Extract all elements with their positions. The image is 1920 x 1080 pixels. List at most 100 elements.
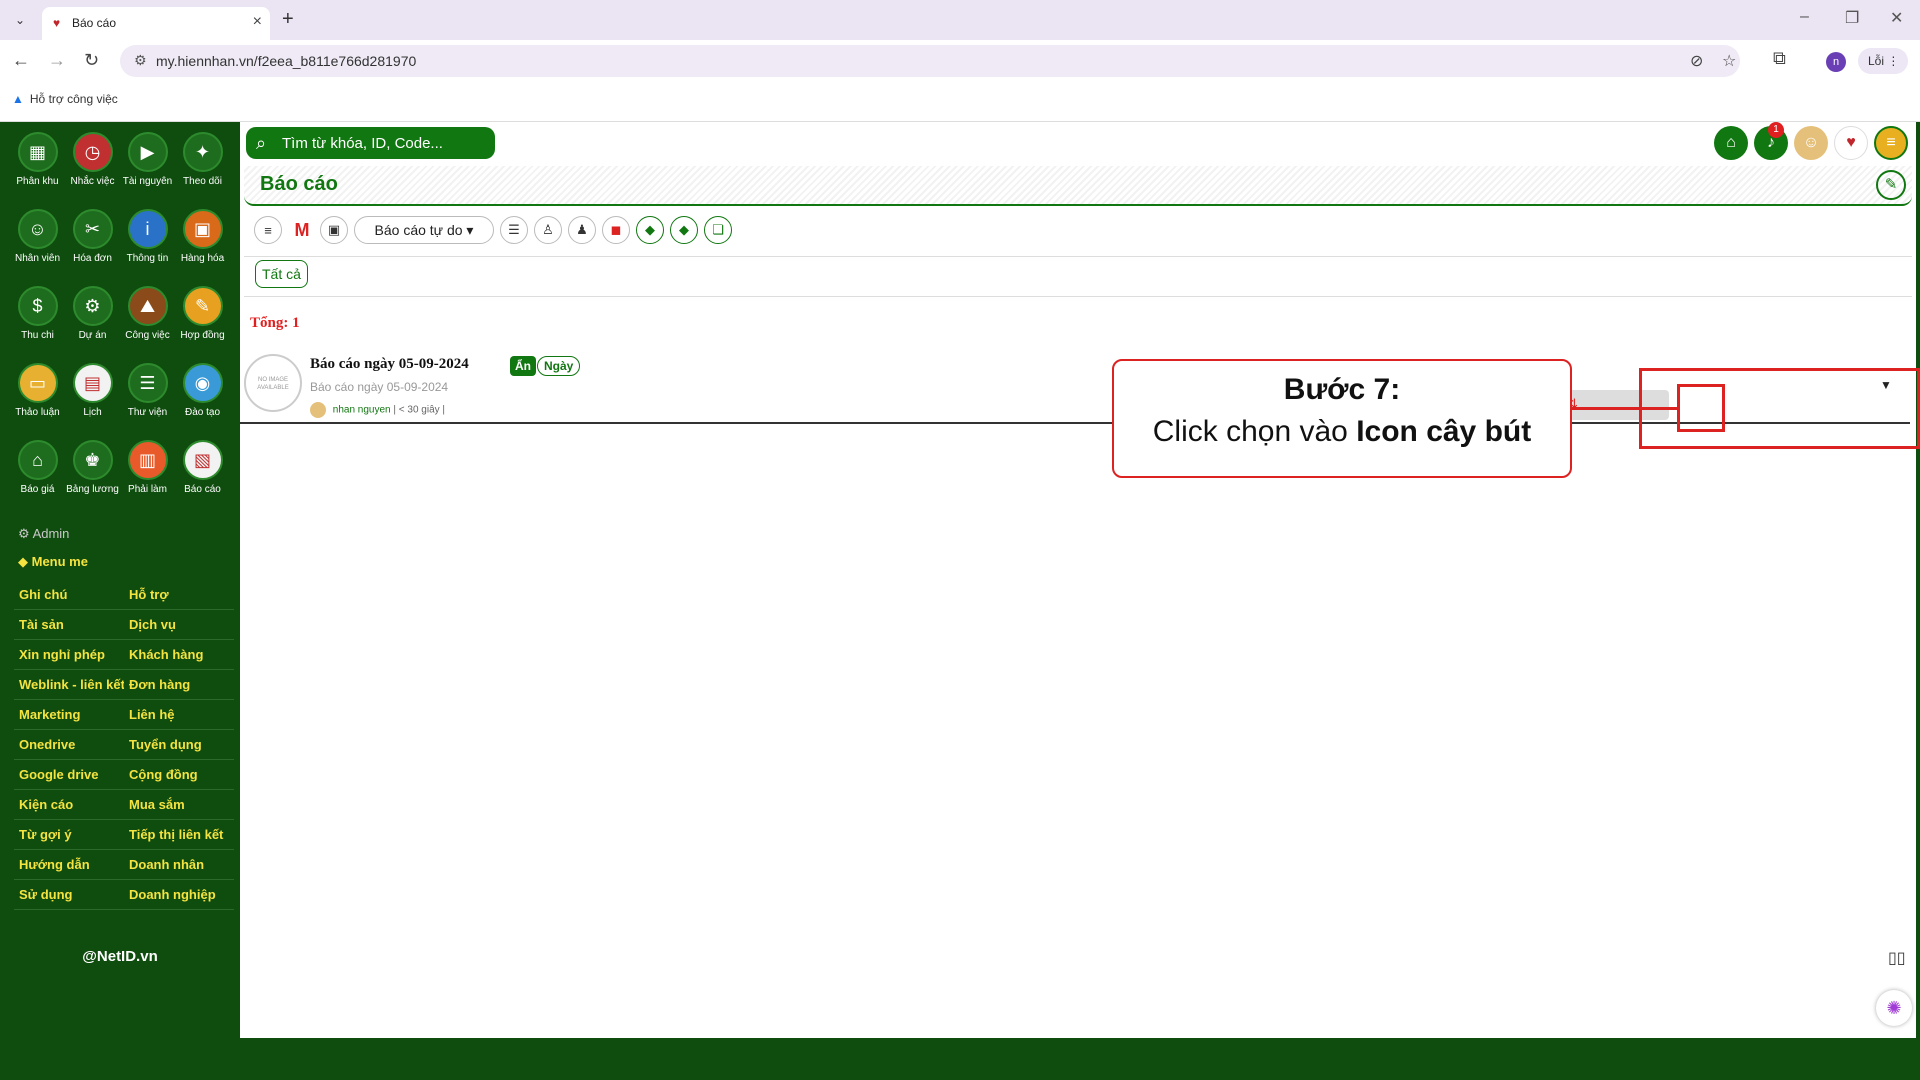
tag-alt-icon[interactable]: ◆ xyxy=(670,216,698,244)
author-name[interactable]: nhan nguyen xyxy=(333,405,391,416)
forward-icon[interactable]: → xyxy=(48,50,66,71)
add-folder-icon[interactable]: ▣ xyxy=(320,216,348,244)
app-theo-doi[interactable]: ✦ Theo dõi xyxy=(175,132,230,190)
building-icon: ▦ xyxy=(17,132,58,172)
ai-assistant-icon[interactable]: ✺ xyxy=(1876,990,1912,1026)
app-du-an[interactable]: ⚙ Dự án xyxy=(65,286,120,344)
menu-item-huong-dan[interactable]: Hướng dẫn xyxy=(14,857,124,872)
menu-item-tiep-thi[interactable]: Tiếp thị liên kết xyxy=(124,827,234,842)
tab-list-button[interactable]: ⌄ xyxy=(8,10,32,30)
copy-icon[interactable]: ❏ xyxy=(704,216,732,244)
site-info-icon[interactable]: ⚙ xyxy=(134,52,147,69)
extensions-icon[interactable]: ⧉ xyxy=(1773,48,1786,69)
app-nhac-viec[interactable]: ◷ Nhắc việc xyxy=(65,132,120,190)
app-tai-nguyen[interactable]: ▶ Tài nguyên xyxy=(120,132,175,190)
divider xyxy=(244,256,1912,257)
user-settings-icon[interactable]: ♙ xyxy=(534,216,562,244)
close-tab-icon[interactable]: × xyxy=(253,13,262,31)
app-hop-dong[interactable]: ✎ Hợp đồng xyxy=(175,286,230,344)
app-label: Báo cáo xyxy=(184,484,221,495)
tag-icon[interactable]: ◆ xyxy=(636,216,664,244)
app-thu-chi[interactable]: $ Thu chi xyxy=(10,286,65,344)
report-icon: ▧ xyxy=(182,440,223,480)
menu-item-dich-vu[interactable]: Dịch vụ xyxy=(124,617,234,632)
new-tab-icon[interactable]: + xyxy=(282,8,294,31)
browser-tab[interactable]: ♥ Báo cáo × xyxy=(42,7,270,40)
admin-label: Admin xyxy=(32,526,70,541)
lock-icon[interactable]: ◼ xyxy=(602,216,630,244)
footer-brand[interactable]: @NetID.vn xyxy=(0,948,240,965)
app-bao-gia[interactable]: ⌂ Báo giá xyxy=(10,440,65,498)
close-window-icon[interactable]: ✕ xyxy=(1890,8,1903,28)
menu-item-kien-cao[interactable]: Kiện cáo xyxy=(14,797,124,812)
menu-item-lien-he[interactable]: Liên hệ xyxy=(124,707,234,722)
app-hang-hoa[interactable]: ▣ Hàng hóa xyxy=(175,209,230,267)
app-bang-luong[interactable]: ♚ Bảng lương xyxy=(65,440,120,498)
menu-me-heading[interactable]: ◆ Menu me xyxy=(18,554,88,570)
menu-item-tai-san[interactable]: Tài sản xyxy=(14,617,124,632)
money-icon: $ xyxy=(17,286,58,326)
main-panel: ⌕ Tìm từ khóa, ID, Code... ⌂ ♪ 1 ☺ ♥ ≡ B… xyxy=(240,122,1916,1038)
user-avatar[interactable]: ☺ xyxy=(1794,126,1828,160)
app-dao-tao[interactable]: ◉ Đào tạo xyxy=(175,363,230,421)
menu-item-onedrive[interactable]: Onedrive xyxy=(14,737,124,752)
minimize-icon[interactable]: – xyxy=(1800,8,1809,26)
admin-link[interactable]: ⚙ Admin xyxy=(18,526,69,542)
profile-error-button[interactable]: Lỗi ⋮ xyxy=(1858,48,1908,74)
list-toggle-icon[interactable]: ☰ xyxy=(500,216,528,244)
report-type-dropdown[interactable]: Báo cáo tự do ▾ xyxy=(354,216,494,244)
user-add-icon[interactable]: ♟ xyxy=(568,216,596,244)
eye-off-icon[interactable]: ⊘ xyxy=(1690,51,1703,71)
settings-sliders-icon[interactable]: ≡ xyxy=(254,216,282,244)
menu-item-su-dung[interactable]: Sử dụng xyxy=(14,887,124,902)
menu-item-doanh-nghiep[interactable]: Doanh nghiệp xyxy=(124,887,234,902)
app-phai-lam[interactable]: ▥ Phải làm xyxy=(120,440,175,498)
app-phan-khu[interactable]: ▦ Phân khu xyxy=(10,132,65,190)
book-icon[interactable]: ▯▯ xyxy=(1888,948,1906,968)
restore-icon[interactable]: ❐ xyxy=(1845,8,1859,28)
app-hoa-don[interactable]: ✂ Hóa đơn xyxy=(65,209,120,267)
menu-item-marketing[interactable]: Marketing xyxy=(14,707,124,722)
menu-row: Sử dụng Doanh nghiệp xyxy=(14,880,234,910)
item-title[interactable]: Báo cáo ngày 05-09-2024 xyxy=(310,356,469,373)
app-thong-tin[interactable]: i Thông tin xyxy=(120,209,175,267)
url-field[interactable]: ⚙ my.hiennhan.vn/f2eea_b811e766d281970 ⊘… xyxy=(120,45,1740,77)
menu-item-don-hang[interactable]: Đơn hàng xyxy=(124,677,234,692)
profile-avatar[interactable]: n xyxy=(1826,52,1846,72)
edit-page-icon[interactable]: ✎ xyxy=(1876,170,1906,200)
reload-icon[interactable]: ↻ xyxy=(84,50,99,71)
brand-logo-icon[interactable]: ♥ xyxy=(1834,126,1868,160)
app-label: Thu chi xyxy=(21,330,54,341)
menu-item-ghi-chu[interactable]: Ghi chú xyxy=(14,587,124,602)
menu-item-xin-nghi-phep[interactable]: Xin nghỉ phép xyxy=(14,647,124,662)
menu-item-weblink[interactable]: Weblink - liên kết xyxy=(14,677,124,692)
app-label: Dự án xyxy=(78,330,107,341)
menu-item-ho-tro[interactable]: Hỗ trợ xyxy=(124,587,234,602)
hamburger-menu-icon[interactable]: ≡ xyxy=(1874,126,1908,160)
menu-item-cong-dong[interactable]: Cộng đồng xyxy=(124,767,234,782)
menu-item-mua-sam[interactable]: Mua sắm xyxy=(124,797,234,812)
app-lich[interactable]: ▤ Lịch xyxy=(65,363,120,421)
menu-row: Google drive Cộng đồng xyxy=(14,760,234,790)
store-icon[interactable]: ⌂ xyxy=(1714,126,1748,160)
app-cong-viec[interactable]: ⛰ Công việc xyxy=(120,286,175,344)
tab-title: Báo cáo xyxy=(72,16,117,30)
star-icon[interactable]: ☆ xyxy=(1722,51,1736,71)
app-nhan-vien[interactable]: ☺ Nhân viên xyxy=(10,209,65,267)
price-tag-icon: ⌂ xyxy=(17,440,58,480)
browser-tab-bar: ⌄ ♥ Báo cáo × + – ❐ ✕ xyxy=(0,0,1920,40)
filter-all-button[interactable]: Tất cả xyxy=(255,260,308,288)
app-bao-cao[interactable]: ▧ Báo cáo xyxy=(175,440,230,498)
menu-item-google-drive[interactable]: Google drive xyxy=(14,767,124,782)
menu-item-doanh-nhan[interactable]: Doanh nhân xyxy=(124,857,234,872)
search-input[interactable]: ⌕ Tìm từ khóa, ID, Code... xyxy=(246,127,495,159)
gmail-icon[interactable]: M xyxy=(288,216,316,244)
bookmark-item[interactable]: ▲ Hỗ trợ công việc xyxy=(12,92,118,106)
app-thao-luan[interactable]: ▭ Thảo luận xyxy=(10,363,65,421)
app-thu-vien[interactable]: ☰ Thư viện xyxy=(120,363,175,421)
menu-item-khach-hang[interactable]: Khách hàng xyxy=(124,647,234,662)
back-icon[interactable]: ← xyxy=(12,50,30,71)
menu-item-tu-goi-y[interactable]: Từ gợi ý xyxy=(14,827,124,842)
menu-item-tuyen-dung[interactable]: Tuyển dụng xyxy=(124,737,234,752)
annotation-text-prefix: Click chọn vào xyxy=(1152,415,1348,448)
